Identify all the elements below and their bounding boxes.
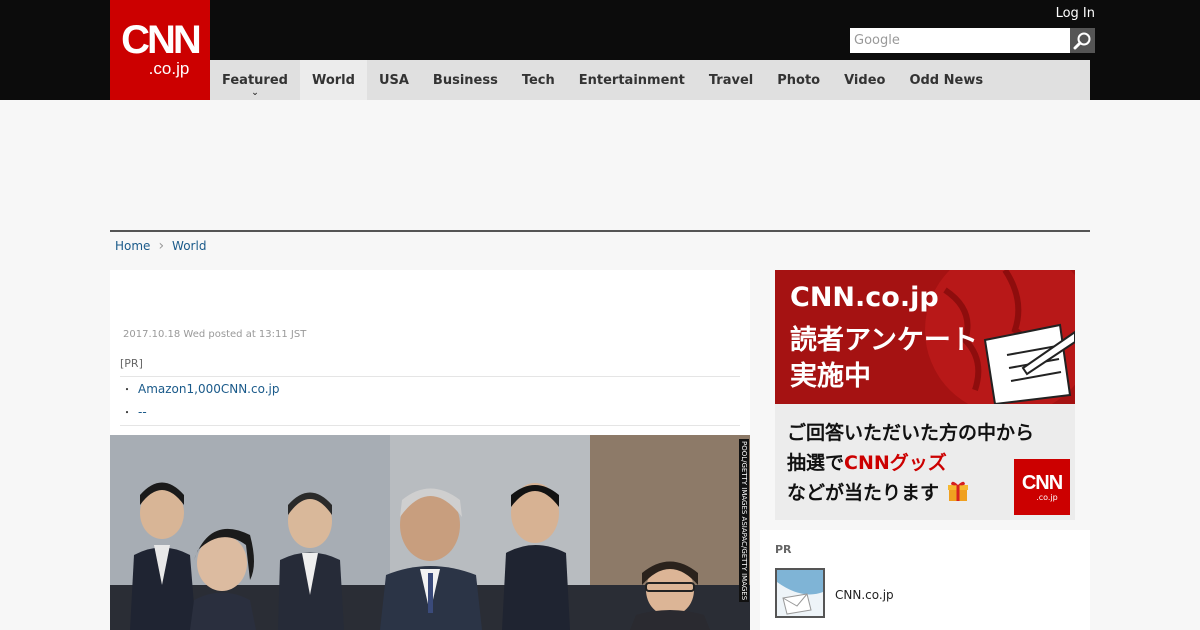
nav-item-entertainment[interactable]: Entertainment xyxy=(567,60,697,100)
banner-text-line: などが当たります xyxy=(787,482,940,504)
search-box xyxy=(850,28,1095,53)
nav-item-label: Odd News xyxy=(909,72,984,88)
mail-icon xyxy=(777,570,823,616)
nav-item-featured[interactable]: Featured ⌄ xyxy=(210,60,300,100)
nav-item-label: World xyxy=(311,72,355,88)
banner-text-highlight: CNNグッズ xyxy=(844,452,947,474)
breadcrumb-world[interactable]: World xyxy=(172,239,206,253)
article-card: 2017.10.18 Wed posted at 13:11 JST [PR] … xyxy=(110,270,750,630)
pr-link-text: -- xyxy=(138,404,147,419)
nav-item-label: Photo xyxy=(777,72,821,88)
side-pr-link[interactable]: CNN.co.jp xyxy=(835,588,894,602)
divider xyxy=(120,425,740,426)
bullet-icon: ・ xyxy=(122,385,132,396)
nav-item-video[interactable]: Video xyxy=(832,60,897,100)
courtroom-photo xyxy=(110,435,750,630)
mini-logo-text: CNN xyxy=(1021,471,1063,494)
ad-area xyxy=(110,100,1090,230)
side-pr-box: PR CNN.co.jp xyxy=(760,530,1090,630)
logo-text: CNN xyxy=(121,18,202,62)
banner-top: CNN.co.jp 読者アンケート 実施中 xyxy=(775,270,1075,404)
chevron-down-icon: ⌄ xyxy=(251,88,259,98)
nav-item-tech[interactable]: Tech xyxy=(510,60,567,100)
banner-text: 抽選でCNNグッズ xyxy=(787,448,947,475)
mail-thumbnail[interactable] xyxy=(775,568,825,618)
side-pr-label: PR xyxy=(775,543,792,556)
search-button[interactable] xyxy=(1070,28,1095,53)
pr-link-text: Amazon1,000CNN.co.jp xyxy=(138,381,280,396)
chevron-right-icon: › xyxy=(158,238,165,254)
nav-item-business[interactable]: Business xyxy=(421,60,510,100)
cnn-mini-logo: CNN .co.jp xyxy=(1014,459,1070,515)
banner-text: ご回答いただいた方の中から xyxy=(787,422,1035,444)
banner-bottom: ご回答いただいた方の中から 抽選でCNNグッズ などが当たります CNN .co… xyxy=(775,404,1075,520)
nav-item-label: Business xyxy=(432,72,498,88)
bullet-icon: ・ xyxy=(122,408,132,419)
article-photo: POOL/GETTY IMAGES ASIAPAC/GETTY IMAGES xyxy=(110,435,750,630)
banner-text: などが当たります xyxy=(787,478,970,508)
search-icon xyxy=(1073,32,1090,49)
photo-credit: POOL/GETTY IMAGES ASIAPAC/GETTY IMAGES xyxy=(739,439,749,603)
banner-heading: 読者アンケート xyxy=(790,325,978,356)
pr-link[interactable]: ・ -- xyxy=(120,400,740,423)
nav-item-odd-news[interactable]: Odd News xyxy=(897,60,995,100)
main-nav: Featured ⌄ World USA Business Tech Enter… xyxy=(210,60,1090,100)
banner-text-prefix: 抽選で xyxy=(787,452,845,474)
post-date: 2017.10.18 Wed posted at 13:11 JST xyxy=(123,329,307,340)
pr-list: ・ Amazon1,000CNN.co.jp ・ -- xyxy=(120,377,740,423)
divider xyxy=(110,230,1090,232)
banner-heading-sub: 実施中 xyxy=(790,361,871,392)
nav-item-label: Tech xyxy=(521,72,555,88)
search-input[interactable] xyxy=(850,28,1070,53)
nav-item-label: USA xyxy=(378,72,409,88)
pr-link[interactable]: ・ Amazon1,000CNN.co.jp xyxy=(120,377,740,400)
nav-item-label: Travel xyxy=(708,72,754,88)
nav-item-world[interactable]: World xyxy=(299,60,367,100)
nav-item-label: Featured xyxy=(222,72,288,88)
nav-item-label: Video xyxy=(844,72,886,88)
pr-tag: [PR] xyxy=(120,357,740,377)
nav-item-label: Entertainment xyxy=(578,72,685,88)
survey-banner[interactable]: CNN.co.jp 読者アンケート 実施中 ご回答いただいた方の中から 抽選でC… xyxy=(775,270,1075,520)
login-link[interactable]: Log In xyxy=(1056,6,1095,21)
nav-item-travel[interactable]: Travel xyxy=(697,60,765,100)
nav-item-photo[interactable]: Photo xyxy=(765,60,832,100)
banner-title: CNN.co.jp xyxy=(790,282,939,313)
gift-icon xyxy=(946,479,970,508)
mini-logo-subtext: .co.jp xyxy=(1036,492,1058,502)
logo-subtext: .co.jp xyxy=(148,59,190,78)
breadcrumb-home[interactable]: Home xyxy=(115,239,150,253)
pr-block: [PR] ・ Amazon1,000CNN.co.jp ・ -- xyxy=(120,357,740,426)
cnn-logo[interactable]: CNN .co.jp xyxy=(110,0,210,100)
nav-item-usa[interactable]: USA xyxy=(367,60,421,100)
breadcrumb: Home › World xyxy=(115,238,206,254)
